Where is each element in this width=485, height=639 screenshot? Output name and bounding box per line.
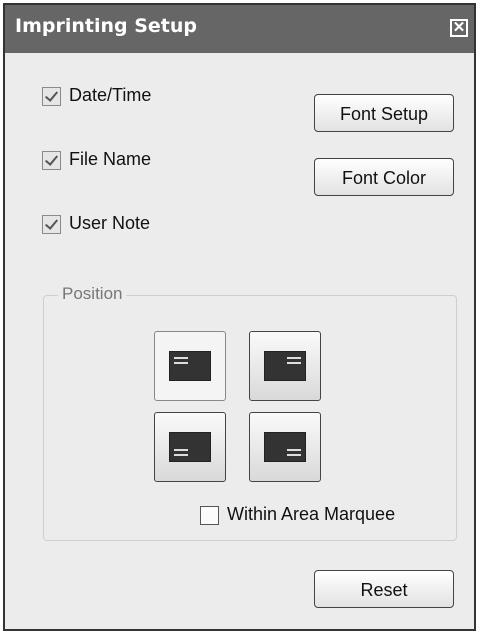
user-note-label: User Note <box>69 213 151 233</box>
file-name-label: File Name <box>69 149 152 169</box>
within-area-marquee-label: Within Area Marquee <box>227 504 396 524</box>
reset-button[interactable]: Reset <box>314 570 454 608</box>
position-top-left-button[interactable] <box>154 331 226 401</box>
position-group: Position Within Area Marquee <box>43 284 457 541</box>
within-area-marquee-checkbox[interactable] <box>200 506 219 525</box>
window-title: Imprinting Setup <box>15 15 197 37</box>
file-name-checkbox[interactable] <box>42 151 61 170</box>
position-bottom-left-button[interactable] <box>154 412 226 482</box>
bottom-left-position-icon <box>169 432 211 462</box>
date-time-checkbox[interactable] <box>42 87 61 106</box>
title-bar[interactable]: Imprinting Setup ✕ <box>5 5 474 53</box>
font-color-button[interactable]: Font Color <box>314 158 454 196</box>
position-bottom-right-button[interactable] <box>249 412 321 482</box>
date-time-label: Date/Time <box>69 85 152 105</box>
close-icon[interactable]: ✕ <box>450 19 468 37</box>
position-legend: Position <box>58 284 127 304</box>
font-setup-button[interactable]: Font Setup <box>314 94 454 132</box>
user-note-checkbox[interactable] <box>42 215 61 234</box>
top-right-position-icon <box>264 351 306 381</box>
top-left-position-icon <box>169 351 211 381</box>
imprinting-setup-dialog: Imprinting Setup ✕ Date/Time File Name U… <box>3 3 476 631</box>
bottom-right-position-icon <box>264 432 306 462</box>
position-top-right-button[interactable] <box>249 331 321 401</box>
